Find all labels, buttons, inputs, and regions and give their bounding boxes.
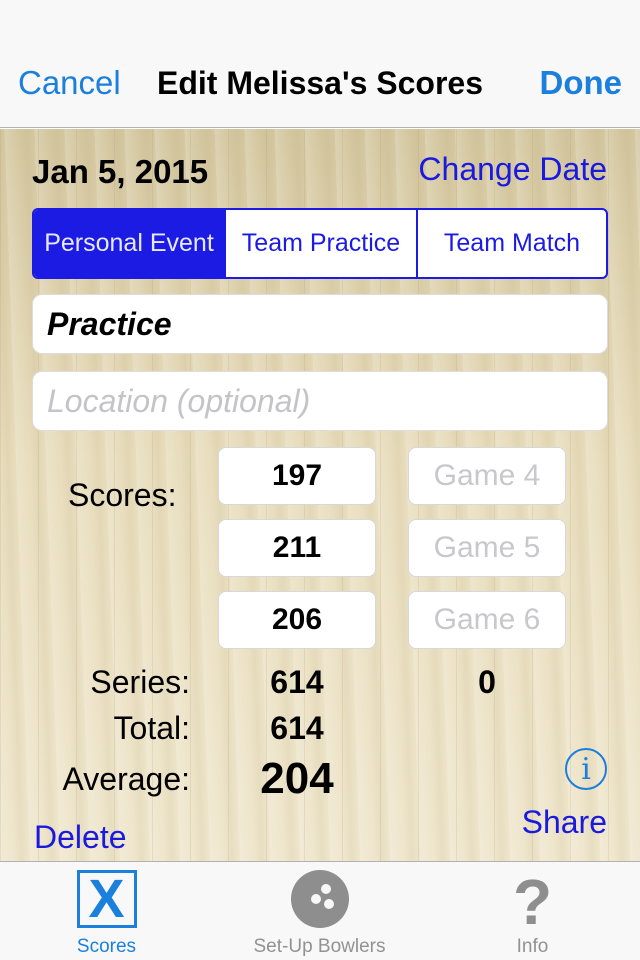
tab-set-up-bowlers[interactable]: Set-Up Bowlers (213, 862, 426, 960)
game-1-score-field[interactable]: 197 (218, 447, 376, 505)
game-5-score-field[interactable]: Game 5 (408, 519, 566, 577)
average-value: 204 (260, 754, 334, 803)
done-button[interactable]: Done (540, 64, 623, 102)
segment-team-practice[interactable]: Team Practice (224, 210, 416, 277)
total-value: 614 (270, 710, 324, 746)
bowling-ball-icon (290, 870, 349, 928)
game-6-score-field[interactable]: Game 6 (408, 591, 566, 649)
event-type-segmented-control: Personal Event Team Practice Team Match (32, 208, 608, 279)
segment-personal-event[interactable]: Personal Event (34, 210, 224, 277)
tab-scores-label: Scores (76, 936, 137, 957)
tab-set-up-bowlers-label: Set-Up Bowlers (253, 936, 386, 957)
segment-team-match[interactable]: Team Match (416, 210, 606, 277)
game-4-score-field[interactable]: Game 4 (408, 447, 566, 505)
game-2-score-field[interactable]: 211 (218, 519, 376, 577)
series-label: Series: (90, 664, 190, 700)
second-series-value: 0 (478, 664, 496, 700)
question-mark-icon: ? (512, 866, 553, 938)
score-editor-panel: Jan 5, 2015 Change Date Personal Event T… (0, 129, 640, 861)
info-icon[interactable]: i (565, 748, 607, 790)
event-name-field[interactable]: Practice (32, 294, 608, 354)
tab-scores[interactable]: X Scores (0, 862, 213, 960)
scores-label: Scores: (68, 477, 177, 513)
navigation-bar: Cancel Edit Melissa's Scores Done (0, 0, 640, 128)
game-3-score-field[interactable]: 206 (218, 591, 376, 649)
delete-button[interactable]: Delete (34, 819, 127, 856)
share-button[interactable]: Share (522, 804, 607, 841)
tab-info[interactable]: ? Info (426, 862, 639, 960)
tab-bar: X Scores Set-Up Bowlers ? Info (0, 861, 640, 960)
change-date-button[interactable]: Change Date (418, 151, 607, 188)
tab-info-label: Info (516, 936, 549, 957)
series-value: 614 (270, 664, 324, 700)
location-field[interactable]: Location (optional) (32, 371, 608, 431)
event-date: Jan 5, 2015 (32, 153, 209, 190)
x-box-icon: X (76, 870, 137, 928)
average-label: Average: (62, 761, 191, 797)
total-label: Total: (113, 710, 190, 746)
